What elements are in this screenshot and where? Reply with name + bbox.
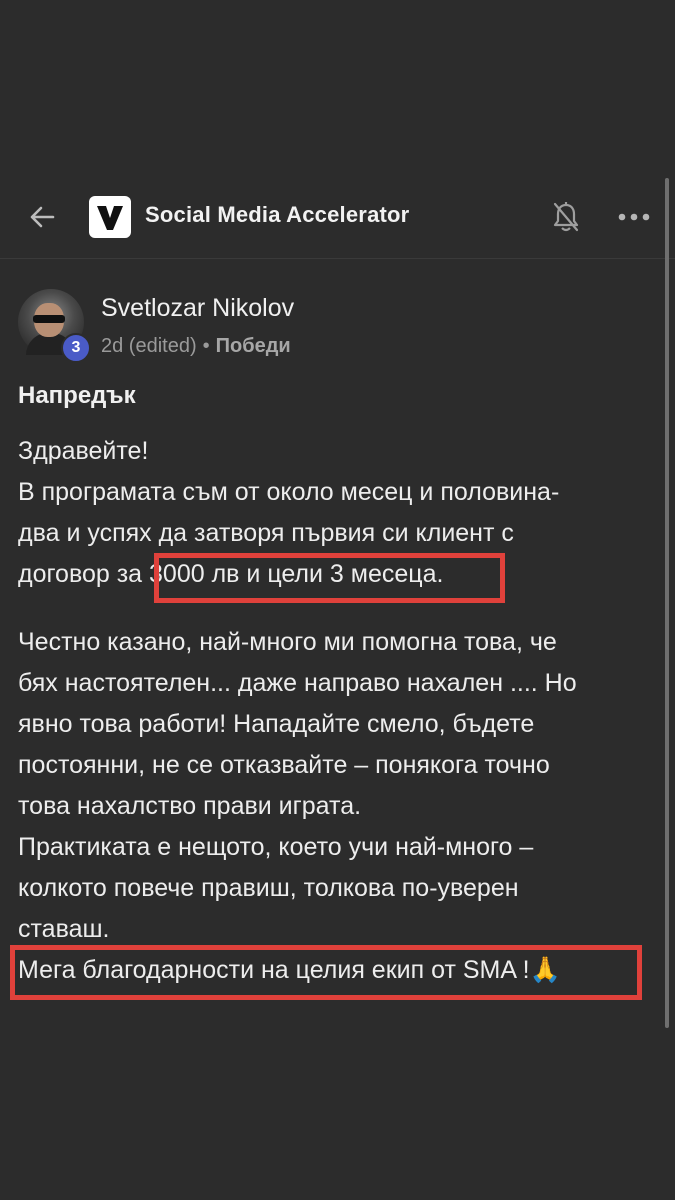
post-line-prefix: договор за [18,560,150,588]
avatar-sunglasses [33,315,65,323]
more-horizontal-icon [618,213,650,221]
author-name[interactable]: Svetlozar Nikolov [101,294,294,323]
post-line: колкото повече правиш, толкова по-уверен [18,874,519,902]
sma-logo-icon[interactable] [89,196,131,238]
back-button[interactable] [24,199,60,235]
level-badge: 3 [61,333,91,363]
post-meta: 2d (edited) • Победи [101,335,291,358]
mute-notifications-button[interactable] [548,197,584,237]
group-title[interactable]: Social Media Accelerator [145,202,409,228]
more-options-button[interactable] [614,201,654,233]
post-line: два и успях да затворя първия си клиент … [18,519,514,547]
highlighted-deal-text: 3000 лв и цели 3 месеца. [149,560,444,588]
post-category[interactable]: Победи [216,335,291,358]
post-line-thanks: Мега благодарности на целия екип от SMA … [18,956,561,984]
post-line: това нахалство прави играта. [18,792,362,820]
post-line: В програмата съм от около месец и полови… [18,478,560,506]
post-title: Напредък [18,382,136,409]
meta-separator: • [202,335,210,357]
post-line: бях настоятелен... даже направо нахален … [18,669,577,697]
group-header: Social Media Accelerator [0,175,675,259]
scrollbar[interactable] [665,178,669,1028]
post-paragraph-2: Честно казано, най-много ми помогна това… [18,622,658,991]
arrow-left-icon [30,206,55,228]
post-line: явно това работи! Нападайте смело, бъдет… [18,710,535,738]
post-line: договор за 3000 лв и цели 3 месеца. [18,554,658,595]
post-line: Честно казано, най-много ми помогна това… [18,628,557,656]
post-paragraph-1: Здравейте! В програмата съм от около мес… [18,431,658,595]
post-time: 2d (edited) [101,335,197,357]
post-line: Практиката е нещото, което учи най-много… [18,833,534,861]
post-line: ставаш. [18,915,110,943]
post-line: постоянни, не се отказвайте – понякога т… [18,751,550,779]
bell-off-icon [553,202,579,232]
post-line: Здравейте! [18,437,149,465]
